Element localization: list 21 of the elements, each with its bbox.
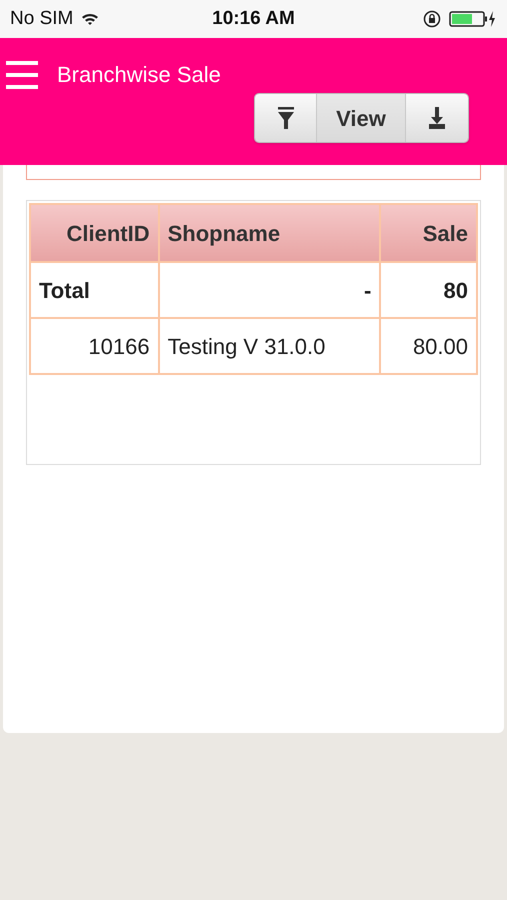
view-button[interactable]: View	[317, 94, 406, 142]
download-button[interactable]	[406, 94, 468, 142]
battery-icon	[449, 10, 497, 28]
download-icon	[428, 106, 446, 130]
table-cell: Testing V 31.0.0	[158, 318, 380, 374]
table-cell: 10166	[30, 318, 159, 374]
carrier-text: No SIM	[10, 6, 74, 31]
table-cell: -	[158, 262, 380, 318]
wifi-icon	[81, 12, 100, 26]
column-header: Sale	[380, 204, 477, 262]
filter-icon	[276, 106, 294, 130]
column-header: Shopname	[158, 204, 380, 262]
table-cell: 80.00	[380, 318, 477, 374]
rotation-lock-icon	[423, 10, 441, 28]
filter-button[interactable]	[255, 94, 317, 142]
column-header: ClientID	[30, 204, 159, 262]
clock-text: 10:16 AM	[212, 6, 295, 31]
page-title: Branchwise Sale	[57, 61, 221, 89]
table-cell: 80	[380, 262, 477, 318]
table-cell: Total	[30, 262, 159, 318]
menu-icon[interactable]	[6, 60, 38, 88]
